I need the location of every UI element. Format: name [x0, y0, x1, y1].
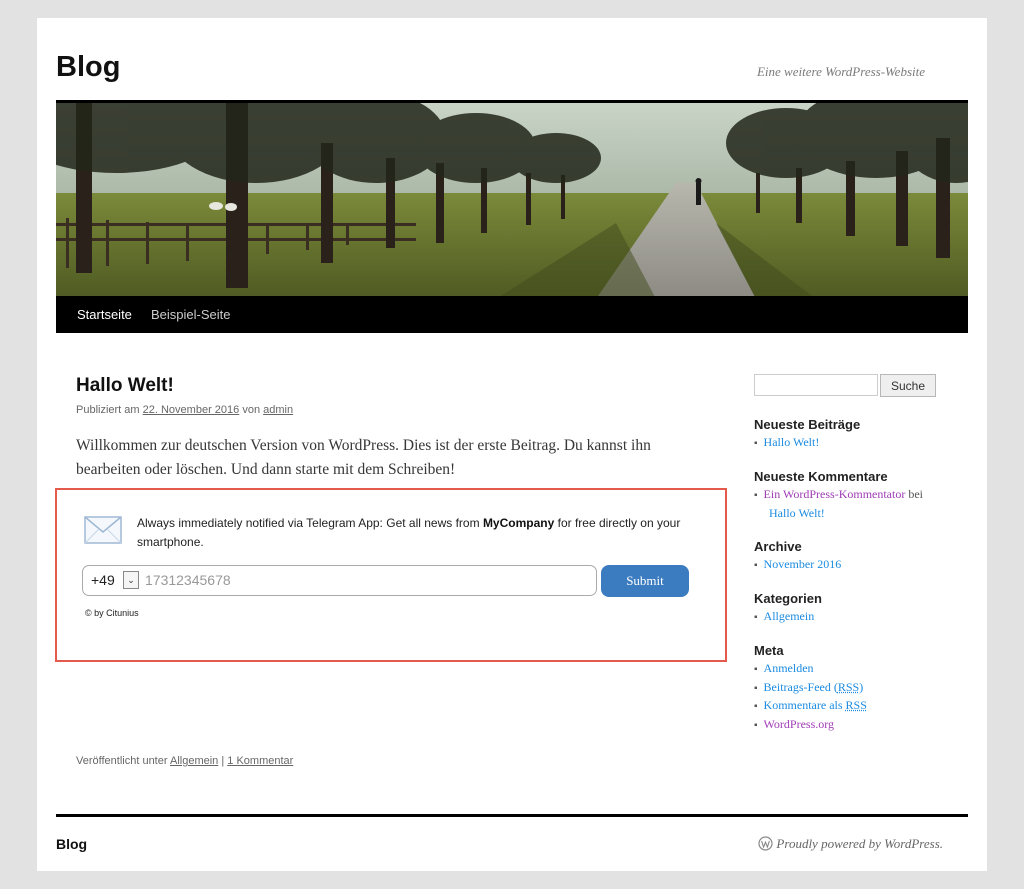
wordpress-icon	[758, 836, 774, 851]
meta-list: Anmelden Beitrags-Feed (RSS) Kommentare …	[754, 660, 964, 734]
post-comments-link[interactable]: 1 Kommentar	[227, 755, 293, 767]
footer-divider	[56, 814, 968, 817]
phone-number-input[interactable]	[145, 569, 585, 591]
telegram-widget: Always immediately notified via Telegram…	[55, 488, 727, 662]
main-navigation: Startseite Beispiel-Seite	[56, 296, 968, 333]
comments-feed-link[interactable]: Kommentare als RSS	[764, 698, 867, 712]
list-item: November 2016	[754, 556, 964, 575]
nav-item-beispiel-seite[interactable]: Beispiel-Seite	[151, 296, 231, 333]
post-footer: Veröffentlicht unter Allgemein | 1 Komme…	[76, 755, 293, 767]
recent-posts-title: Neueste Beiträge	[754, 417, 861, 432]
site-description: Eine weitere WordPress-Website	[756, 64, 925, 79]
header-image[interactable]	[56, 100, 968, 299]
rss-abbr: RSS	[837, 679, 860, 694]
post-footer-separator: |	[218, 755, 228, 767]
page: Blog Eine weitere WordPress-Website Star…	[37, 18, 987, 871]
post-body: Willkommen zur deutschen Version von Wor…	[76, 437, 651, 478]
search-input[interactable]	[754, 374, 878, 396]
widget-credit[interactable]: © by Citunius	[85, 608, 139, 618]
categories-list: Allgemein	[754, 608, 964, 627]
list-item: Hallo Welt!	[754, 434, 964, 453]
widget-text-before: Always immediately notified via Telegram…	[137, 516, 483, 530]
post-footer-prefix: Veröffentlicht unter	[76, 755, 170, 767]
meta-title: Meta	[754, 643, 784, 658]
country-code-dropdown[interactable]: ⌄	[123, 571, 139, 589]
comments-feed-prefix: Kommentare als	[763, 698, 846, 712]
list-item: Beitrags-Feed (RSS)	[754, 679, 964, 698]
list-item: WordPress.org	[754, 716, 964, 735]
mail-icon	[84, 516, 122, 544]
footer-blog-title[interactable]: Blog	[56, 836, 87, 852]
list-item: Ein WordPress-Kommentator bei Hallo Welt!	[754, 486, 964, 522]
post-meta-prefix: Publiziert am	[76, 404, 143, 416]
nav-item-startseite[interactable]: Startseite	[77, 296, 132, 333]
recent-post-link[interactable]: Hallo Welt!	[764, 435, 820, 449]
list-item: Anmelden	[754, 660, 964, 679]
login-link[interactable]: Anmelden	[764, 661, 814, 675]
entries-feed-prefix: Beitrags-Feed (	[763, 679, 838, 694]
post-meta-by: von	[239, 404, 264, 416]
archive-link[interactable]: November 2016	[764, 557, 842, 571]
archive-list: November 2016	[754, 556, 964, 575]
list-item: Kommentare als RSS	[754, 697, 964, 716]
search-button[interactable]: Suche	[880, 374, 936, 397]
comments-rss-abbr: RSS	[845, 698, 867, 712]
archive-title: Archive	[754, 539, 802, 554]
comment-post-link[interactable]: Hallo Welt!	[769, 506, 825, 520]
recent-comments-list: Ein WordPress-Kommentator bei Hallo Welt!	[754, 486, 964, 522]
recent-posts-list: Hallo Welt!	[754, 434, 964, 453]
widget-description: Always immediately notified via Telegram…	[137, 514, 717, 552]
footer-powered-by[interactable]: Proudly powered by WordPress.	[758, 836, 943, 852]
footer-powered-text: Proudly powered by WordPress.	[776, 836, 943, 851]
comment-connector: bei	[905, 487, 924, 501]
phone-field: +49 ⌄	[82, 565, 597, 596]
submit-button[interactable]: Submit	[601, 565, 689, 597]
post-meta: Publiziert am 22. November 2016 von admi…	[76, 404, 293, 416]
entries-feed-link[interactable]: Beitrags-Feed (RSS)	[764, 680, 864, 694]
site-title[interactable]: Blog	[56, 50, 120, 84]
widget-company: MyCompany	[482, 516, 555, 530]
post-date-link[interactable]: 22. November 2016	[143, 404, 240, 416]
post-author-link[interactable]: admin	[263, 404, 293, 416]
category-link[interactable]: Allgemein	[764, 609, 815, 623]
chevron-down-icon: ⌄	[127, 575, 135, 585]
entries-feed-suffix: )	[859, 679, 864, 694]
categories-title: Kategorien	[754, 591, 822, 606]
header-image-graphic	[56, 103, 968, 299]
list-item: Allgemein	[754, 608, 964, 627]
wordpress-org-link[interactable]: WordPress.org	[764, 717, 834, 731]
post-title[interactable]: Hallo Welt!	[76, 375, 174, 397]
comment-author-link[interactable]: Ein WordPress-Kommentator	[764, 487, 906, 501]
country-code-value: +49	[91, 572, 115, 588]
post-category-link[interactable]: Allgemein	[170, 755, 218, 767]
recent-comments-title: Neueste Kommentare	[754, 469, 888, 484]
